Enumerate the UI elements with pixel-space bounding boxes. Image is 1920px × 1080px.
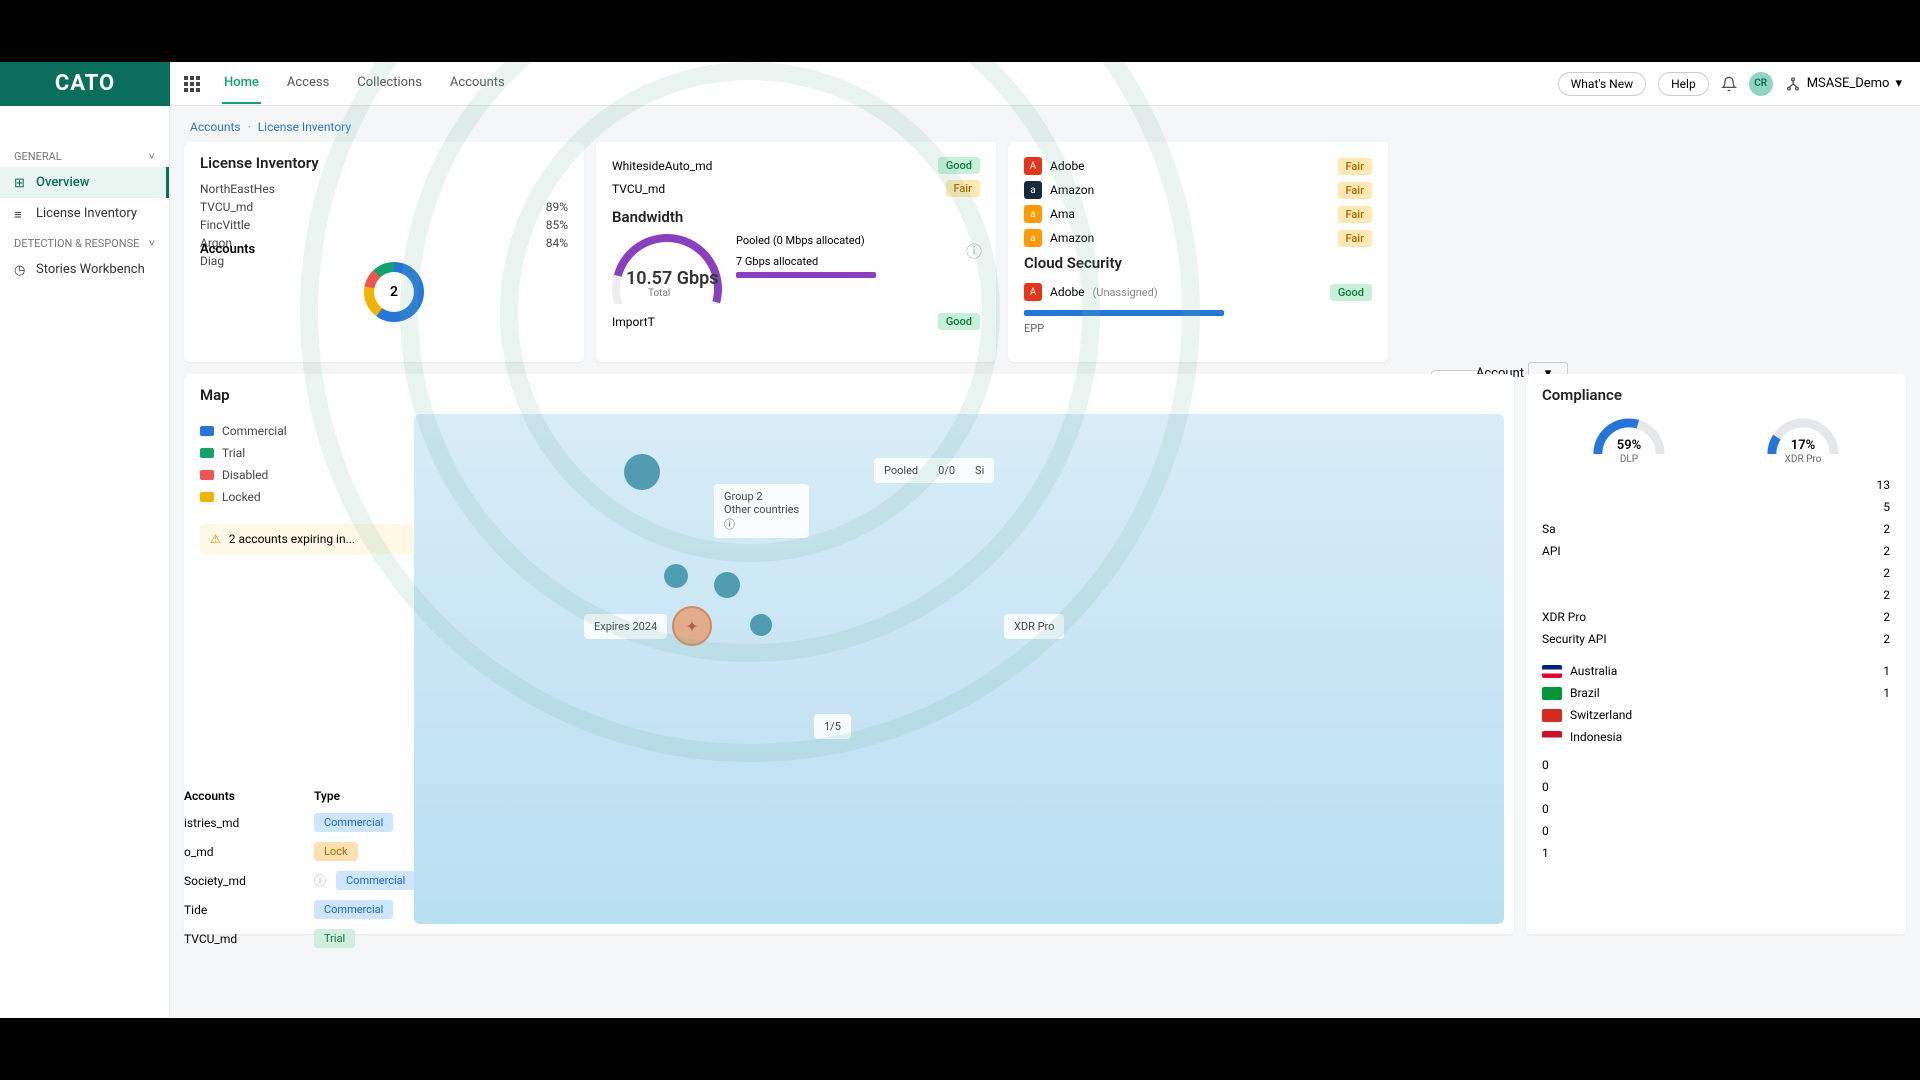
nav-home[interactable]: Home xyxy=(222,63,261,104)
brand-logo: CATO xyxy=(0,62,170,106)
cloud-security-card: AAdobeFair aAmazonFair aAmaFair aAmazonF… xyxy=(1008,142,1388,362)
account-name: MSASE_Demo xyxy=(1807,76,1890,91)
hierarchy-icon xyxy=(1785,76,1801,92)
breadcrumb-license[interactable]: License Inventory xyxy=(258,120,351,134)
sidebar-section-general[interactable]: GENERAL˅ xyxy=(0,142,169,167)
compliance-card: Compliance 59% DLP 17% XDR Pro 13 5 Sa2 xyxy=(1526,374,1906,934)
account-switcher[interactable]: MSASE_Demo ▾ xyxy=(1785,76,1902,92)
card-title: Bandwidth xyxy=(612,208,980,226)
world-map[interactable]: ✦ Group 2 Other countries ⓘ Pooled0/0 Si… xyxy=(414,414,1504,924)
card-title: Compliance xyxy=(1542,386,1890,404)
whats-new-button[interactable]: What's New xyxy=(1558,72,1646,96)
warning-icon: ⚠ xyxy=(210,532,221,546)
chevron-down-icon: ▾ xyxy=(1895,76,1902,91)
chevron-down-icon: ˅ xyxy=(149,150,155,163)
bell-icon[interactable] xyxy=(1721,76,1737,92)
breadcrumb-accounts[interactable]: Accounts xyxy=(190,120,241,134)
grid-icon xyxy=(14,176,28,190)
license-inventory-card: License Inventory NorthEastHes TVCU_md89… xyxy=(184,142,584,362)
accounts-table: AccountsType istries_mdCommercial o_mdLo… xyxy=(184,784,415,953)
card-title: Cloud Security xyxy=(1024,254,1372,272)
sidebar-item-overview[interactable]: Overview xyxy=(0,167,169,198)
help-button[interactable]: Help xyxy=(1658,72,1709,96)
dlp-gauge: 59% DLP xyxy=(1589,414,1669,464)
chevron-down-icon: ˅ xyxy=(149,237,155,250)
xdr-gauge: 17% XDR Pro xyxy=(1763,414,1843,464)
sidebar-item-license[interactable]: License Inventory xyxy=(0,198,169,229)
bandwidth-gauge: 10.57 Gbps Total xyxy=(612,234,722,304)
accounts-donut-chart: 2 xyxy=(364,262,424,322)
bandwidth-card: WhitesideAuto_mdGood TVCU_mdFair Bandwid… xyxy=(596,142,996,362)
sidebar: GENERAL˅ Overview License Inventory DETE… xyxy=(0,106,170,1018)
main-content: Accounts · License Inventory License Inv… xyxy=(170,106,1920,1018)
nav-collections[interactable]: Collections xyxy=(355,63,424,104)
list-icon xyxy=(14,207,28,221)
user-avatar[interactable]: CR xyxy=(1749,72,1773,96)
pager[interactable]: 1/5 xyxy=(814,714,851,739)
map-marker-alert[interactable]: ✦ xyxy=(672,606,712,646)
apps-grid-icon[interactable] xyxy=(184,76,200,92)
card-title: License Inventory xyxy=(200,154,568,172)
top-bar: CATO Home Access Collections Accounts Wh… xyxy=(0,62,1920,106)
nav-access[interactable]: Access xyxy=(285,63,331,104)
info-icon[interactable]: ⓘ xyxy=(724,518,735,531)
info-icon[interactable]: ⓘ xyxy=(966,238,982,262)
clock-icon xyxy=(14,263,28,277)
card-title: Map xyxy=(200,386,1498,404)
breadcrumb: Accounts · License Inventory xyxy=(184,116,1906,142)
map-card: Map Commercial Trial Disabled Locked ⚠ 2… xyxy=(184,374,1514,934)
sidebar-item-stories[interactable]: Stories Workbench xyxy=(0,254,169,285)
sidebar-section-detection[interactable]: DETECTION & RESPONSE˅ xyxy=(0,229,169,254)
nav-accounts[interactable]: Accounts xyxy=(448,63,507,104)
accounts-subtitle: Accounts xyxy=(200,242,255,257)
info-icon[interactable]: ⓘ xyxy=(314,872,326,889)
